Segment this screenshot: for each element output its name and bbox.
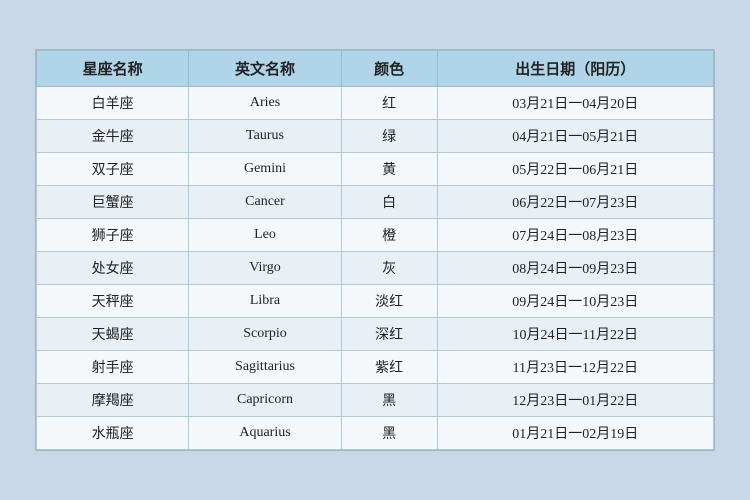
table-cell: 狮子座 (37, 219, 189, 252)
table-cell: 01月21日一02月19日 (437, 417, 713, 450)
table-row: 金牛座Taurus绿04月21日一05月21日 (37, 120, 714, 153)
table-row: 白羊座Aries红03月21日一04月20日 (37, 87, 714, 120)
table-row: 水瓶座Aquarius黑01月21日一02月19日 (37, 417, 714, 450)
table-cell: 橙 (341, 219, 437, 252)
table-header-cell: 英文名称 (189, 51, 341, 87)
table-cell: Scorpio (189, 318, 341, 351)
table-cell: Taurus (189, 120, 341, 153)
table-cell: 淡红 (341, 285, 437, 318)
table-cell: 深红 (341, 318, 437, 351)
table-cell: 紫红 (341, 351, 437, 384)
table-cell: Gemini (189, 153, 341, 186)
table-cell: 07月24日一08月23日 (437, 219, 713, 252)
table-cell: 12月23日一01月22日 (437, 384, 713, 417)
table-cell: 双子座 (37, 153, 189, 186)
table-cell: 灰 (341, 252, 437, 285)
zodiac-table: 星座名称英文名称颜色出生日期（阳历） 白羊座Aries红03月21日一04月20… (36, 50, 714, 450)
table-cell: 05月22日一06月21日 (437, 153, 713, 186)
table-cell: Aquarius (189, 417, 341, 450)
table-cell: 水瓶座 (37, 417, 189, 450)
table-cell: 03月21日一04月20日 (437, 87, 713, 120)
table-cell: 巨蟹座 (37, 186, 189, 219)
table-cell: 黑 (341, 417, 437, 450)
table-header-cell: 星座名称 (37, 51, 189, 87)
table-row: 狮子座Leo橙07月24日一08月23日 (37, 219, 714, 252)
table-cell: 黑 (341, 384, 437, 417)
table-row: 摩羯座Capricorn黑12月23日一01月22日 (37, 384, 714, 417)
table-cell: 09月24日一10月23日 (437, 285, 713, 318)
table-cell: 11月23日一12月22日 (437, 351, 713, 384)
table-cell: Sagittarius (189, 351, 341, 384)
table-cell: Aries (189, 87, 341, 120)
table-row: 双子座Gemini黄05月22日一06月21日 (37, 153, 714, 186)
table-cell: 白羊座 (37, 87, 189, 120)
zodiac-table-container: 星座名称英文名称颜色出生日期（阳历） 白羊座Aries红03月21日一04月20… (35, 49, 715, 451)
table-cell: Leo (189, 219, 341, 252)
table-cell: 06月22日一07月23日 (437, 186, 713, 219)
table-cell: 射手座 (37, 351, 189, 384)
table-body: 白羊座Aries红03月21日一04月20日金牛座Taurus绿04月21日一0… (37, 87, 714, 450)
table-cell: 绿 (341, 120, 437, 153)
table-header-cell: 出生日期（阳历） (437, 51, 713, 87)
table-cell: 天蝎座 (37, 318, 189, 351)
table-cell: 黄 (341, 153, 437, 186)
table-row: 巨蟹座Cancer白06月22日一07月23日 (37, 186, 714, 219)
table-cell: Capricorn (189, 384, 341, 417)
table-row: 天蝎座Scorpio深红10月24日一11月22日 (37, 318, 714, 351)
table-cell: 金牛座 (37, 120, 189, 153)
table-cell: 处女座 (37, 252, 189, 285)
table-cell: Libra (189, 285, 341, 318)
table-cell: 天秤座 (37, 285, 189, 318)
table-row: 射手座Sagittarius紫红11月23日一12月22日 (37, 351, 714, 384)
table-cell: Cancer (189, 186, 341, 219)
table-header-cell: 颜色 (341, 51, 437, 87)
table-cell: 白 (341, 186, 437, 219)
table-row: 处女座Virgo灰08月24日一09月23日 (37, 252, 714, 285)
table-row: 天秤座Libra淡红09月24日一10月23日 (37, 285, 714, 318)
table-cell: 04月21日一05月21日 (437, 120, 713, 153)
table-cell: 10月24日一11月22日 (437, 318, 713, 351)
table-header-row: 星座名称英文名称颜色出生日期（阳历） (37, 51, 714, 87)
table-cell: 摩羯座 (37, 384, 189, 417)
table-cell: Virgo (189, 252, 341, 285)
table-cell: 08月24日一09月23日 (437, 252, 713, 285)
table-cell: 红 (341, 87, 437, 120)
